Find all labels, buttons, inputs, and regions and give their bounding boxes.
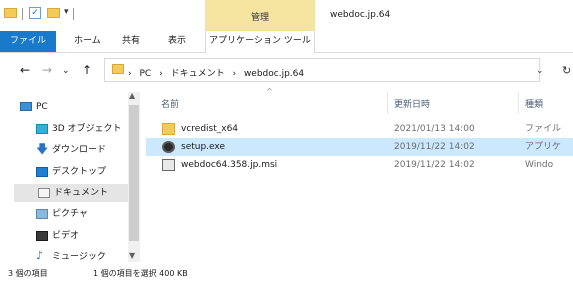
address-dropdown-icon[interactable]: ⌄: [536, 66, 544, 76]
sidebar-item-documents[interactable]: ドキュメント: [14, 184, 128, 202]
file-type: Windo: [525, 160, 554, 170]
folder-icon: [4, 8, 17, 18]
tab-share[interactable]: 共有: [122, 31, 140, 52]
breadcrumb-documents[interactable]: ドキュメント: [171, 69, 225, 79]
file-date: 2019/11/22 14:02: [394, 142, 475, 152]
breadcrumb-webdoc[interactable]: webdoc.jp.64: [244, 69, 304, 79]
status-selection: 1 個の項目を選択 400 KB: [93, 269, 188, 278]
file-name: setup.exe: [181, 142, 225, 152]
desktop-icon: [36, 167, 48, 177]
breadcrumb-separator[interactable]: ›: [128, 69, 132, 79]
pictures-icon: [36, 209, 48, 219]
file-row[interactable]: vcredist_x64 2021/01/13 14:00 ファイル: [146, 120, 573, 138]
column-divider[interactable]: [387, 92, 388, 114]
recent-locations-icon[interactable]: ⌄: [62, 66, 70, 76]
up-arrow-icon[interactable]: ↑: [82, 63, 92, 77]
sidebar-item-label: ビデオ: [52, 231, 80, 241]
column-header-type[interactable]: 種類: [525, 97, 543, 110]
scroll-up-icon[interactable]: ▲: [129, 91, 135, 100]
file-name: webdoc64.358.jp.msi: [181, 160, 278, 170]
msi-installer-icon: [162, 159, 175, 171]
breadcrumb-separator[interactable]: ›: [159, 69, 163, 79]
tab-home[interactable]: ホーム: [74, 31, 101, 52]
breadcrumb-separator[interactable]: ›: [232, 69, 236, 79]
column-header-name[interactable]: 名前: [161, 97, 179, 110]
column-divider[interactable]: [518, 92, 519, 114]
window-title: webdoc.jp.64: [330, 10, 391, 20]
scroll-down-icon[interactable]: ▼: [129, 251, 135, 260]
file-type: アプリケ: [525, 142, 562, 152]
nav-pane-scrollbar-thumb[interactable]: [129, 105, 139, 241]
sidebar-item-label: ドキュメント: [54, 188, 109, 198]
folder-icon: [112, 64, 124, 74]
file-row[interactable]: setup.exe 2019/11/22 14:02 アプリケ: [146, 138, 573, 156]
sidebar-item-label: ダウンロード: [52, 145, 107, 155]
downloads-icon: 🡇: [36, 142, 49, 156]
status-bar: [0, 264, 573, 282]
file-type: ファイル: [525, 124, 562, 134]
customize-quick-access-icon[interactable]: ▾: [64, 7, 69, 17]
pc-icon: [20, 102, 32, 111]
breadcrumb: › PC › ドキュメント › webdoc.jp.64: [128, 66, 304, 79]
documents-icon: [38, 188, 50, 198]
sort-ascending-icon: ^: [266, 87, 273, 96]
setup-exe-icon: [162, 141, 175, 153]
sidebar-item-label: 3D オブジェクト: [52, 124, 122, 134]
sidebar-item-label: PC: [36, 102, 48, 112]
breadcrumb-pc[interactable]: PC: [139, 69, 151, 79]
toolbar-separator: [73, 8, 74, 20]
toolbar-separator: [22, 8, 23, 20]
properties-quick-access-icon[interactable]: ✓: [29, 7, 41, 19]
file-date: 2019/11/22 14:02: [394, 160, 475, 170]
column-header-date-modified[interactable]: 更新日時: [394, 97, 430, 110]
music-icon: ♪: [36, 249, 44, 262]
back-arrow-icon[interactable]: ←: [20, 63, 30, 77]
new-folder-quick-access-icon[interactable]: [47, 8, 60, 18]
sidebar-item-label: デスクトップ: [52, 167, 107, 177]
folder-icon: [162, 123, 175, 135]
status-item-count: 3 個の項目: [8, 269, 48, 278]
manage-tab[interactable]: 管理: [205, 10, 315, 23]
tab-file[interactable]: ファイル: [0, 31, 56, 52]
file-row[interactable]: webdoc64.358.jp.msi 2019/11/22 14:02 Win…: [146, 156, 573, 174]
sidebar-item-pc[interactable]: PC: [20, 98, 130, 116]
tab-view[interactable]: 表示: [168, 31, 186, 52]
tab-application-tools[interactable]: アプリケーション ツール: [205, 31, 315, 53]
file-name: vcredist_x64: [181, 124, 239, 134]
3d-objects-icon: [36, 124, 48, 134]
sidebar-item-label: ピクチャ: [52, 209, 88, 219]
refresh-icon[interactable]: ↻: [562, 64, 571, 77]
forward-arrow-icon[interactable]: →: [42, 63, 52, 77]
videos-icon: [36, 231, 48, 241]
file-date: 2021/01/13 14:00: [394, 124, 475, 134]
